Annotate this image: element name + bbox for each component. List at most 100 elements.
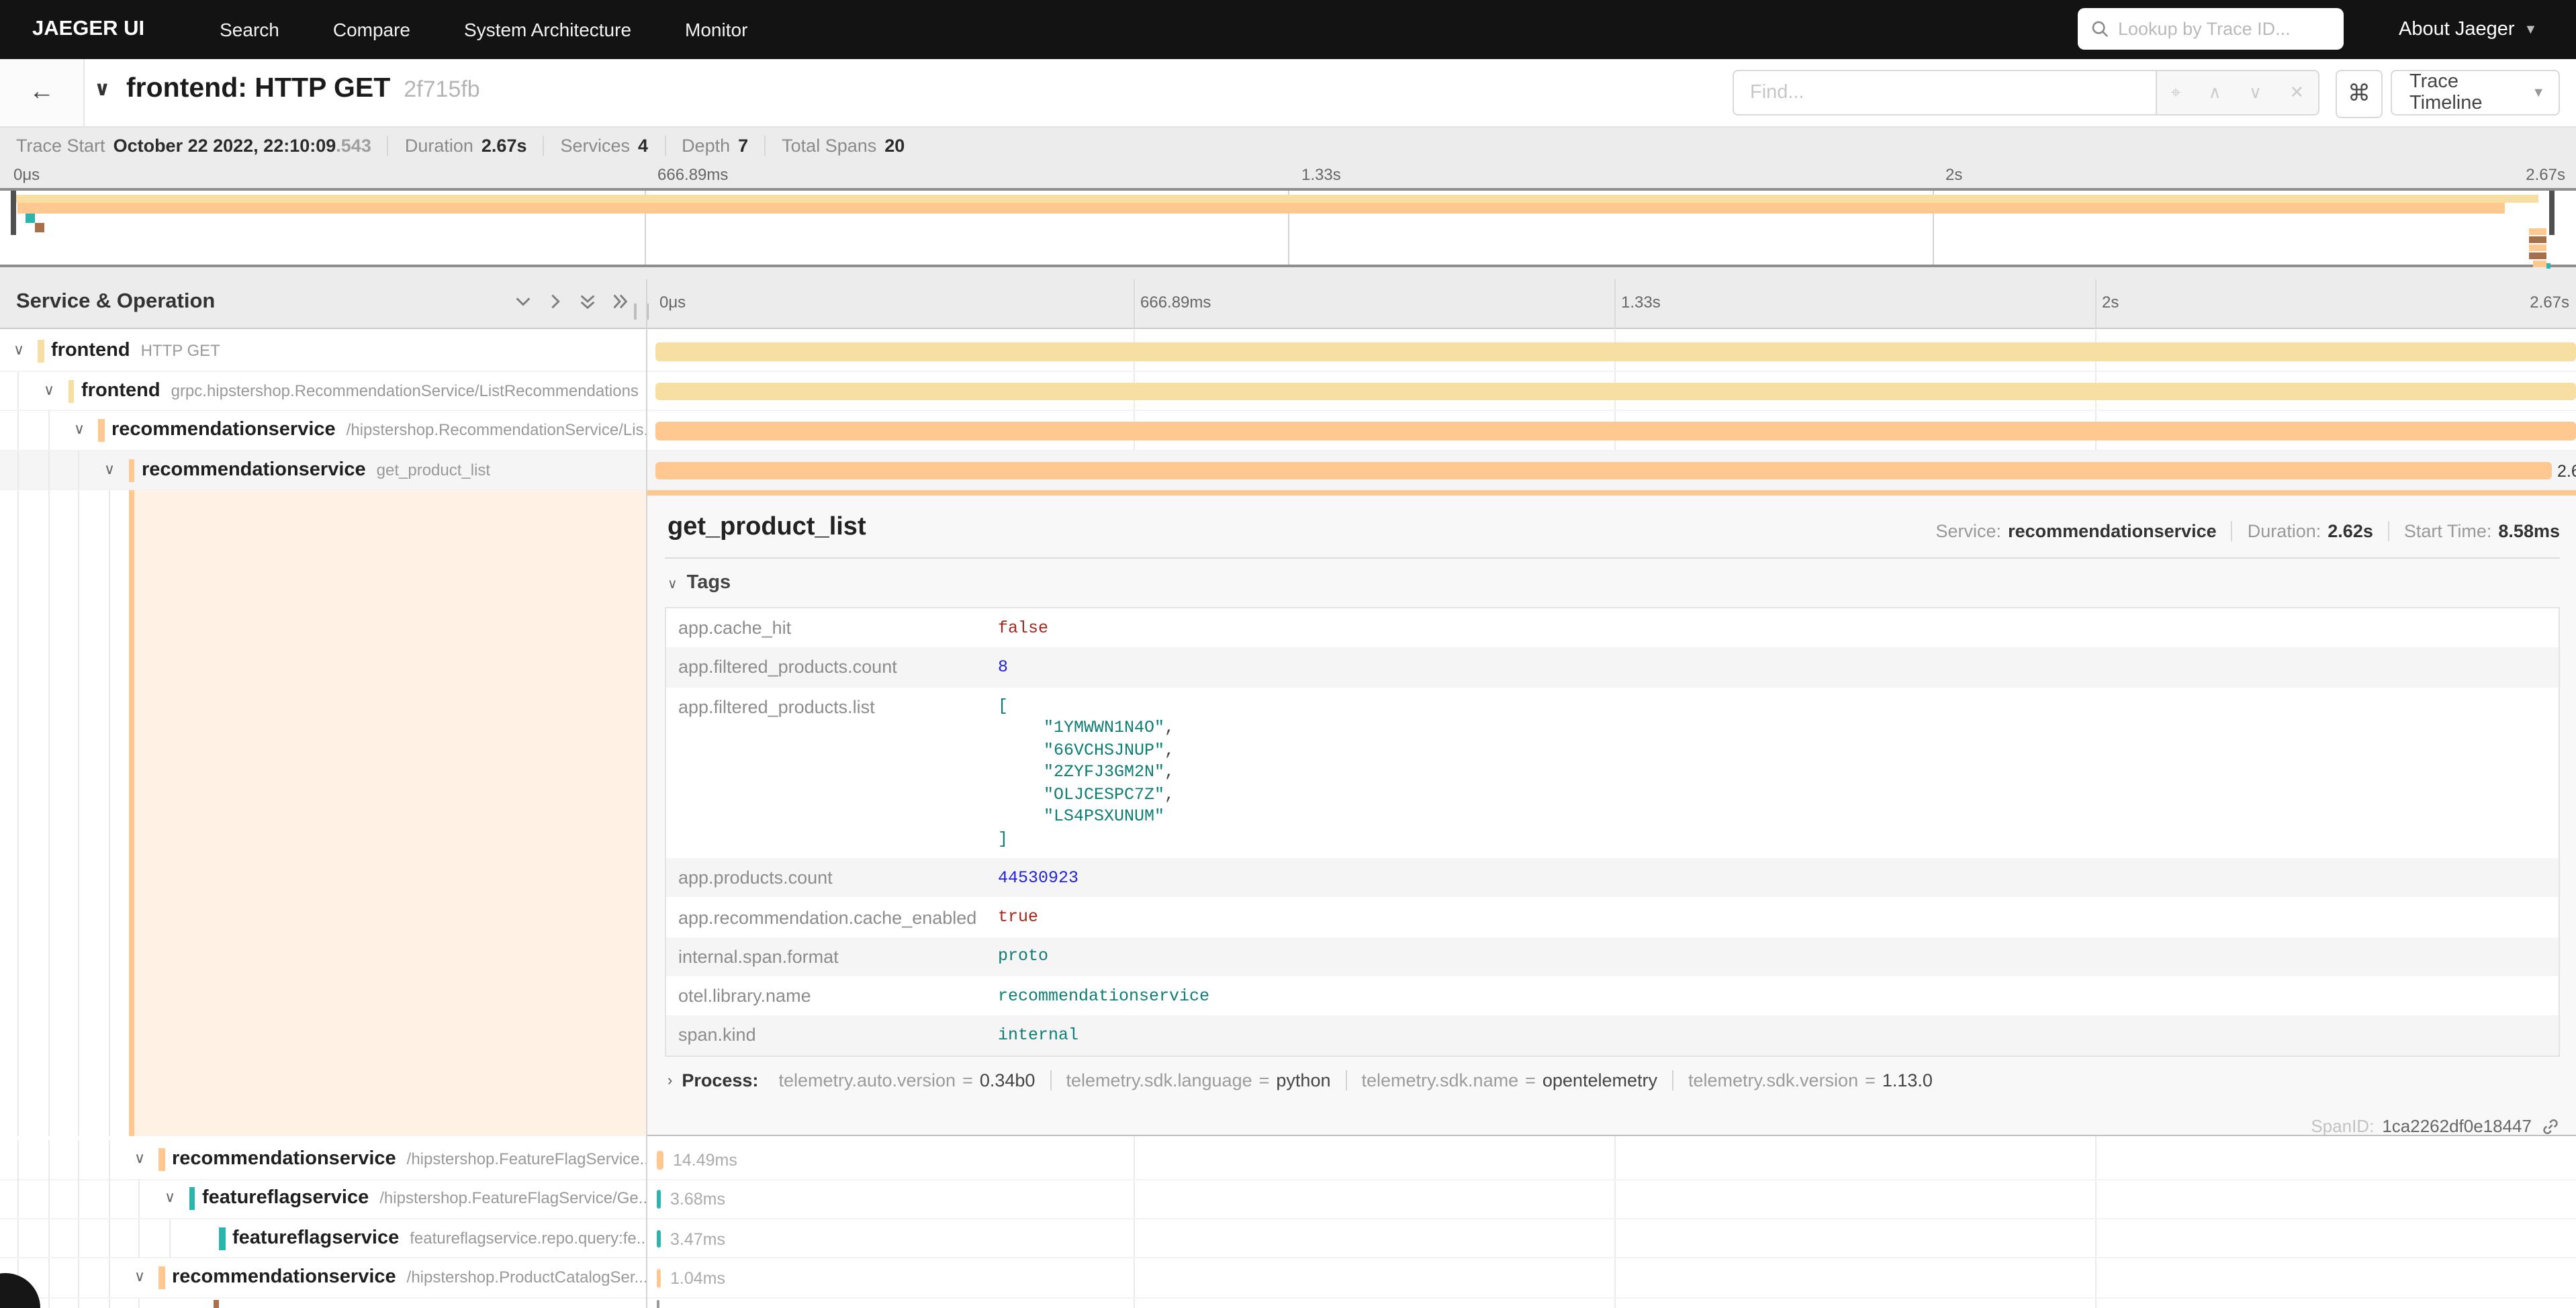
focus-match-icon[interactable]: ⌖ bbox=[2171, 82, 2181, 103]
tag-row[interactable]: app.filtered_products.count8 bbox=[666, 648, 2559, 688]
row-chevron-icon[interactable]: ∨ bbox=[160, 1189, 179, 1207]
timeline-minimap[interactable] bbox=[0, 188, 2576, 267]
span-duration-label: 3.68ms bbox=[670, 1190, 725, 1209]
json-list-item: "2ZYFJ3GM2N", bbox=[998, 761, 1175, 784]
json-comma: , bbox=[1164, 763, 1175, 782]
span-row[interactable]: ∨featureflagservice/hipstershop.FeatureF… bbox=[0, 1180, 2576, 1219]
row-chevron-icon[interactable]: ∨ bbox=[100, 460, 119, 477]
ruler-tick-line bbox=[1614, 279, 1616, 329]
nav-item-compare[interactable]: Compare bbox=[333, 19, 410, 40]
span-row[interactable]: ∨recommendationserviceget_product_list2.… bbox=[0, 451, 2576, 490]
span-duration-bar[interactable] bbox=[657, 1299, 659, 1308]
minimap-drag-handle[interactable] bbox=[2549, 191, 2555, 235]
trace-id-search-input[interactable]: Lookup by Trace ID... bbox=[2078, 8, 2344, 50]
minimap-span-mark bbox=[2529, 228, 2546, 235]
span-duration-bar[interactable] bbox=[655, 342, 2576, 361]
summary-label: Duration bbox=[405, 136, 473, 156]
span-duration-bar[interactable] bbox=[657, 1230, 661, 1248]
span-row[interactable]: ∨ frontendgrpc.hipstershop.Recommendation… bbox=[0, 371, 2576, 411]
expand-all-icon[interactable] bbox=[610, 291, 630, 312]
span-detail-title: get_product_list bbox=[668, 513, 866, 543]
trace-view-selector[interactable]: Trace Timeline ▼ bbox=[2391, 70, 2560, 115]
service-name: frontendgrpc.hipstershop.RecommendationS… bbox=[81, 379, 639, 401]
span-duration-bar[interactable] bbox=[657, 1190, 661, 1209]
tag-row[interactable]: app.cache_hitfalse bbox=[666, 608, 2559, 648]
expand-one-icon[interactable] bbox=[545, 291, 565, 312]
process-key: telemetry.sdk.name bbox=[1362, 1070, 1519, 1090]
row-chevron-icon[interactable]: ∨ bbox=[130, 1268, 149, 1285]
back-button[interactable]: ← bbox=[0, 59, 85, 126]
detail-meta-value: recommendationservice bbox=[2008, 521, 2217, 541]
span-row[interactable]: ∨ frontendHTTP GET bbox=[0, 332, 2576, 371]
ruler-tick-label: 1.33s bbox=[1621, 293, 1661, 312]
span-id-row: SpanID: 1ca2262df0e18447 bbox=[2311, 1116, 2560, 1136]
minimap-drag-handle[interactable] bbox=[11, 191, 16, 235]
minimap-span-mark bbox=[26, 214, 35, 223]
tag-row[interactable]: app.filtered_products.list["1YMWWN1N4O",… bbox=[666, 687, 2559, 858]
summary-value-fraction: .543 bbox=[336, 136, 371, 156]
nav-item-monitor[interactable]: Monitor bbox=[685, 19, 747, 40]
span-row[interactable]: featureflagservicefeatureflagservice.rep… bbox=[0, 1219, 2576, 1259]
minimap-span-mark bbox=[2529, 252, 2546, 259]
indent-guide bbox=[108, 1180, 109, 1218]
indent-guide bbox=[17, 1180, 19, 1218]
chevron-down-icon: ∨ bbox=[668, 577, 678, 592]
span-duration-bar[interactable] bbox=[655, 422, 2576, 440]
summary-value: October 22 2022, 22:10:09 bbox=[113, 136, 336, 156]
tree-timeline-splitter[interactable] bbox=[646, 279, 647, 1308]
span-row[interactable]: ∨recommendationservice/hipstershop.Featu… bbox=[0, 1140, 2576, 1180]
span-row[interactable]: ∨recommendationservice/hipstershop.Produ… bbox=[0, 1258, 2576, 1298]
chevron-down-icon: ▼ bbox=[2532, 85, 2545, 100]
link-icon[interactable] bbox=[2541, 1117, 2560, 1135]
minimap-tick-label: 1.33s bbox=[1301, 165, 1341, 184]
summary-item: Total Spans20 bbox=[766, 136, 921, 156]
tags-section-toggle[interactable]: ∨Tags bbox=[668, 572, 731, 594]
find-input[interactable]: Find... bbox=[1733, 70, 2156, 115]
tag-key: app.cache_hit bbox=[666, 618, 998, 638]
nav-item-search[interactable]: Search bbox=[220, 19, 279, 40]
find-controls: ⌖ ∧ ∨ ✕ bbox=[2156, 70, 2319, 115]
span-duration-bar[interactable] bbox=[657, 1269, 661, 1287]
tag-row[interactable]: app.recommendation.cache_enabledtrue bbox=[666, 898, 2559, 937]
process-expand-chevron-icon[interactable]: › bbox=[668, 1072, 672, 1088]
row-chevron-icon[interactable]: ∨ bbox=[130, 1150, 149, 1167]
nav-item-system-architecture[interactable]: System Architecture bbox=[464, 19, 631, 40]
span-tree-cell: ∨ frontendgrpc.hipstershop.Recommendation… bbox=[0, 371, 646, 410]
span-tree-cell: ∨recommendationservice/hipstershop.Produ… bbox=[0, 1258, 646, 1297]
app-logo[interactable]: JAEGER UI bbox=[32, 17, 144, 42]
tag-row[interactable]: span.kindinternal bbox=[666, 1016, 2559, 1056]
row-chevron-icon[interactable]: ∨ bbox=[9, 341, 28, 359]
summary-value: 20 bbox=[884, 136, 905, 156]
collapse-all-icon[interactable] bbox=[578, 291, 598, 312]
tag-row[interactable]: otel.library.namerecommendationservice bbox=[666, 976, 2559, 1016]
span-row[interactable]: ∨recommendationservice/hipstershop.Recom… bbox=[0, 411, 2576, 451]
span-duration-bar[interactable] bbox=[655, 461, 2552, 479]
span-duration-bar[interactable] bbox=[657, 1151, 663, 1169]
prev-match-icon[interactable]: ∧ bbox=[2209, 82, 2221, 103]
collapse-one-icon[interactable] bbox=[513, 291, 533, 312]
tag-row[interactable]: internal.span.formatproto bbox=[666, 937, 2559, 976]
service-name: frontendHTTP GET bbox=[51, 340, 220, 361]
indent-guide bbox=[78, 1298, 79, 1308]
process-key: telemetry.sdk.version bbox=[1688, 1070, 1858, 1090]
span-row-partial[interactable] bbox=[0, 1298, 2576, 1308]
span-detail-meta: Service:recommendationserviceDuration:2.… bbox=[1921, 521, 2561, 541]
service-color-bar bbox=[219, 1227, 225, 1250]
keyboard-shortcuts-button[interactable]: ⌘ bbox=[2336, 70, 2383, 118]
summary-item: Depth7 bbox=[665, 136, 766, 156]
ruler-tick-label: 2s bbox=[2102, 293, 2119, 312]
process-value: python bbox=[1276, 1070, 1330, 1090]
detail-meta-value: 8.58ms bbox=[2498, 521, 2560, 541]
clear-find-icon[interactable]: ✕ bbox=[2289, 82, 2304, 103]
about-jaeger-menu[interactable]: About Jaeger ▼ bbox=[2399, 0, 2537, 59]
next-match-icon[interactable]: ∨ bbox=[2249, 82, 2262, 103]
row-chevron-icon[interactable]: ∨ bbox=[40, 381, 58, 398]
service-color-bar bbox=[158, 1266, 165, 1289]
trace-collapse-chevron-icon[interactable]: ∨ bbox=[94, 77, 110, 101]
minimap-span-mark bbox=[2529, 244, 2546, 251]
row-chevron-icon[interactable]: ∨ bbox=[70, 420, 89, 438]
process-item: telemetry.sdk.name=opentelemetry bbox=[1347, 1070, 1674, 1090]
tag-row[interactable]: app.products.count44530923 bbox=[666, 858, 2559, 898]
tag-key: otel.library.name bbox=[666, 986, 998, 1006]
span-duration-bar[interactable] bbox=[655, 382, 2576, 400]
